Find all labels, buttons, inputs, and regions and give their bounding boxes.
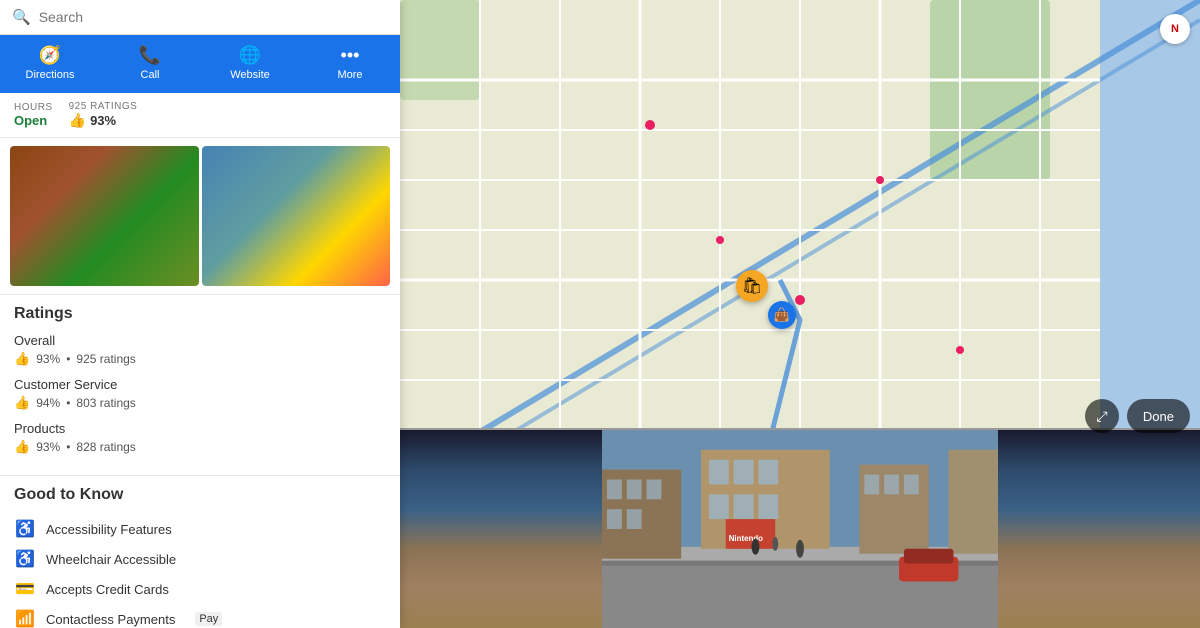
shopping-bag-marker[interactable]: 🛍 (736, 270, 768, 302)
search-icon: 🔍 (12, 8, 31, 26)
photo-2[interactable] (202, 146, 391, 286)
ratings-percent-value: 93% (90, 113, 116, 128)
wheelchair-icon: ♿ (14, 549, 36, 569)
directions-label: Directions (26, 69, 75, 81)
contactless-label: Contactless Payments (46, 612, 175, 627)
accessibility-label: Accessibility Features (46, 522, 172, 537)
action-buttons-row: 🧭 Directions 📞 Call 🌐 Website ••• More (0, 35, 400, 93)
rating-overall: Overall 👍 93% • 925 ratings (14, 333, 386, 367)
rating-products: Products 👍 93% • 828 ratings (14, 421, 386, 455)
rating-products-row: 👍 93% • 828 ratings (14, 439, 386, 455)
more-button[interactable]: ••• More (300, 41, 400, 85)
products-thumb-icon: 👍 (14, 439, 30, 455)
ratings-info: 925 RATINGS 👍 93% (69, 101, 138, 129)
more-icon: ••• (341, 45, 360, 66)
payment-icons: Pay (185, 612, 222, 626)
done-button[interactable]: Done (1127, 399, 1190, 433)
website-icon: 🌐 (239, 45, 261, 66)
rating-products-label: Products (14, 421, 386, 436)
credit-cards-label: Accepts Credit Cards (46, 582, 169, 597)
hours-status: Open (14, 113, 53, 128)
service-count: 803 ratings (76, 396, 135, 410)
hours-ratings-row: HOURS Open 925 RATINGS 👍 93% (0, 93, 400, 138)
feature-wheelchair: ♿ Wheelchair Accessible (14, 544, 386, 574)
ratings-section-title: Ratings (14, 305, 386, 323)
map-background: 🛍 👜 N ⤢ Done (400, 0, 1200, 628)
call-label: Call (141, 69, 160, 81)
directions-icon: 🧭 (39, 45, 61, 66)
good-to-know-section: Good to Know ♿ Accessibility Features ♿ … (0, 476, 400, 628)
sidebar: 🔍 🧭 Directions 📞 Call 🌐 Website ••• More… (0, 0, 400, 628)
rating-service-label: Customer Service (14, 377, 386, 392)
street-photo-controls: ⤢ Done (1085, 399, 1190, 433)
overall-dot: • (66, 352, 70, 366)
directions-button[interactable]: 🧭 Directions (0, 41, 100, 85)
call-button[interactable]: 📞 Call (100, 41, 200, 85)
website-button[interactable]: 🌐 Website (200, 41, 300, 85)
credit-card-icon: 💳 (14, 579, 36, 599)
overall-thumb-icon: 👍 (14, 351, 30, 367)
accessibility-icon: ♿ (14, 519, 36, 539)
rating-overall-row: 👍 93% • 925 ratings (14, 351, 386, 367)
good-to-know-title: Good to Know (14, 486, 386, 504)
thumb-up-icon: 👍 (69, 112, 86, 129)
more-label: More (337, 69, 362, 81)
street-photo-overlay[interactable]: Nintendo (400, 428, 1200, 628)
products-dot: • (66, 440, 70, 454)
products-count: 828 ratings (76, 440, 135, 454)
ratings-count: 925 RATINGS (69, 101, 138, 112)
contactless-icon: 📶 (14, 609, 36, 628)
map-area[interactable]: 🛍 👜 N ⤢ Done (400, 0, 1200, 628)
ratings-percent-row: 👍 93% (69, 112, 138, 129)
rating-customer-service: Customer Service 👍 94% • 803 ratings (14, 377, 386, 411)
rating-service-row: 👍 94% • 803 ratings (14, 395, 386, 411)
service-percent: 94% (36, 396, 60, 410)
service-thumb-icon: 👍 (14, 395, 30, 411)
photos-row[interactable] (0, 138, 400, 295)
compass: N (1160, 14, 1190, 44)
hours-label: HOURS (14, 102, 53, 113)
overall-percent: 93% (36, 352, 60, 366)
feature-accessibility: ♿ Accessibility Features (14, 514, 386, 544)
street-scene-svg: Nintendo (400, 430, 1200, 628)
apple-pay-icon: Pay (195, 612, 222, 626)
hours-info: HOURS Open (14, 102, 53, 128)
call-icon: 📞 (139, 45, 161, 66)
feature-credit-cards: 💳 Accepts Credit Cards (14, 574, 386, 604)
photo-1[interactable] (10, 146, 199, 286)
overall-count: 925 ratings (76, 352, 135, 366)
website-label: Website (230, 69, 270, 81)
expand-button[interactable]: ⤢ (1085, 399, 1119, 433)
search-bar[interactable]: 🔍 (0, 0, 400, 35)
wheelchair-label: Wheelchair Accessible (46, 552, 176, 567)
service-dot: • (66, 396, 70, 410)
search-input[interactable] (39, 9, 388, 25)
feature-contactless: 📶 Contactless Payments Pay (14, 604, 386, 628)
rating-overall-label: Overall (14, 333, 386, 348)
products-percent: 93% (36, 440, 60, 454)
ratings-section: Ratings Overall 👍 93% • 925 ratings Cust… (0, 295, 400, 476)
